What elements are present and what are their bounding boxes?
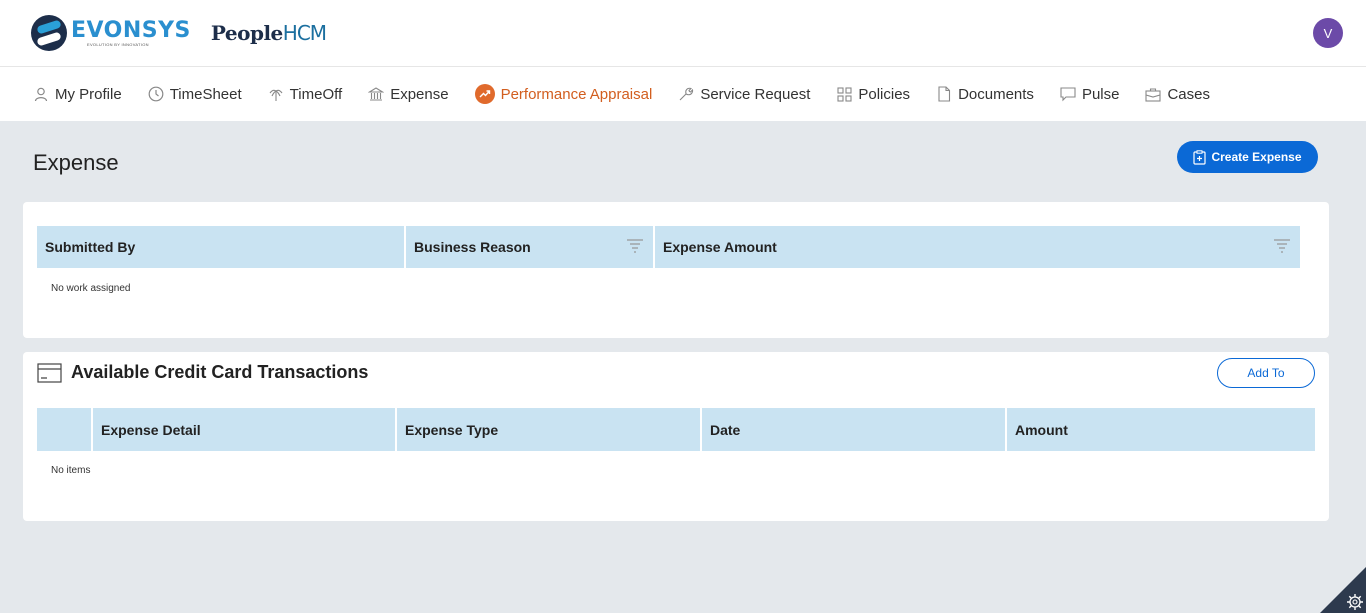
column-header-submitted-by[interactable]: Submitted By xyxy=(37,226,404,268)
nav-item-label: Service Request xyxy=(700,85,811,103)
credit-card-icon xyxy=(37,362,62,383)
column-label: Submitted By xyxy=(45,239,136,255)
avatar-initial: V xyxy=(1323,25,1333,41)
evonsys-logo-icon xyxy=(31,15,67,51)
filter-icon[interactable] xyxy=(626,238,644,257)
main-nav: My Profile TimeSheet TimeOff Expense Per… xyxy=(0,67,1366,121)
column-label: Expense Type xyxy=(405,421,499,438)
nav-item-label: Policies xyxy=(858,85,911,103)
brand-logos: EVONSYS EVOLUTION BY INNOVATION PeopleHC… xyxy=(31,15,327,51)
evonsys-tagline: EVOLUTION BY INNOVATION xyxy=(87,41,149,47)
column-header-business-reason[interactable]: Business Reason xyxy=(406,226,653,268)
peoplehcm-logo-prefix: People xyxy=(210,21,283,45)
peoplehcm-logo: PeopleHCM xyxy=(210,21,327,45)
nav-item-pulse[interactable]: Pulse xyxy=(1060,85,1120,103)
column-header-expense-type[interactable]: Expense Type xyxy=(397,408,700,451)
user-icon xyxy=(33,86,49,102)
briefcase-icon xyxy=(1145,86,1162,102)
trend-up-icon xyxy=(474,84,495,104)
nav-item-timesheet[interactable]: TimeSheet xyxy=(148,86,242,103)
transactions-table-header: Expense Detail Expense Type Date Amount xyxy=(37,408,1315,451)
nav-item-cases[interactable]: Cases xyxy=(1145,86,1210,103)
nav-item-label: My Profile xyxy=(55,85,122,103)
document-icon xyxy=(936,86,952,102)
column-label: Amount xyxy=(1015,421,1068,438)
nav-item-label: TimeSheet xyxy=(169,85,242,103)
column-label: Date xyxy=(710,421,741,438)
nav-item-label: Pulse xyxy=(1081,85,1120,103)
empty-message: No items xyxy=(51,465,91,476)
expense-table-card: Submitted By Business Reason Expense Amo… xyxy=(23,202,1329,338)
column-label: Expense Amount xyxy=(663,239,777,255)
nav-item-my-profile[interactable]: My Profile xyxy=(33,86,122,103)
grid-icon xyxy=(836,86,852,102)
column-header-expense-amount[interactable]: Expense Amount xyxy=(655,226,1300,268)
clock-icon xyxy=(148,86,164,102)
create-expense-button[interactable]: Create Expense xyxy=(1177,141,1318,173)
peoplehcm-logo-suffix: HCM xyxy=(282,21,327,45)
column-label: Expense Detail xyxy=(101,421,201,438)
bank-icon xyxy=(368,86,385,102)
clipboard-plus-icon xyxy=(1193,149,1207,165)
user-avatar[interactable]: V xyxy=(1313,18,1343,48)
filter-icon[interactable] xyxy=(1273,238,1291,257)
create-expense-label: Create Expense xyxy=(1211,150,1302,164)
column-header-expense-detail[interactable]: Expense Detail xyxy=(93,408,395,451)
column-header-amount[interactable]: Amount xyxy=(1007,408,1315,451)
evonsys-name: EVONSYS xyxy=(71,17,191,43)
add-to-button[interactable]: Add To xyxy=(1217,358,1315,388)
column-header-select xyxy=(37,408,91,451)
top-bar: EVONSYS EVOLUTION BY INNOVATION PeopleHC… xyxy=(0,0,1366,67)
nav-item-timeoff[interactable]: TimeOff xyxy=(268,85,343,103)
chat-icon xyxy=(1060,86,1076,102)
section-header: Available Credit Card Transactions xyxy=(37,362,368,383)
page-title: Expense xyxy=(33,150,119,175)
section-title: Available Credit Card Transactions xyxy=(71,362,369,382)
nav-item-label: Expense xyxy=(390,85,449,103)
nav-item-label: TimeOff xyxy=(289,85,343,103)
settings-corner[interactable] xyxy=(1320,567,1366,613)
column-header-date[interactable]: Date xyxy=(702,408,1005,451)
nav-item-label: Documents xyxy=(958,85,1034,103)
credit-card-transactions-card: Available Credit Card Transactions Add T… xyxy=(23,352,1329,521)
palm-tree-icon xyxy=(268,86,284,102)
nav-item-performance-appraisal[interactable]: Performance Appraisal xyxy=(474,84,653,104)
nav-item-documents[interactable]: Documents xyxy=(936,86,1034,103)
evonsys-logo: EVONSYS EVOLUTION BY INNOVATION xyxy=(71,17,191,47)
nav-item-label: Cases xyxy=(1167,85,1210,103)
wrench-icon xyxy=(678,86,694,102)
nav-item-label: Performance Appraisal xyxy=(500,85,653,103)
empty-message: No work assigned xyxy=(51,283,131,294)
nav-item-expense[interactable]: Expense xyxy=(368,85,449,103)
column-label: Business Reason xyxy=(414,239,531,255)
nav-item-policies[interactable]: Policies xyxy=(836,86,910,103)
expense-table-header: Submitted By Business Reason Expense Amo… xyxy=(37,226,1300,268)
nav-item-service-request[interactable]: Service Request xyxy=(678,86,810,103)
